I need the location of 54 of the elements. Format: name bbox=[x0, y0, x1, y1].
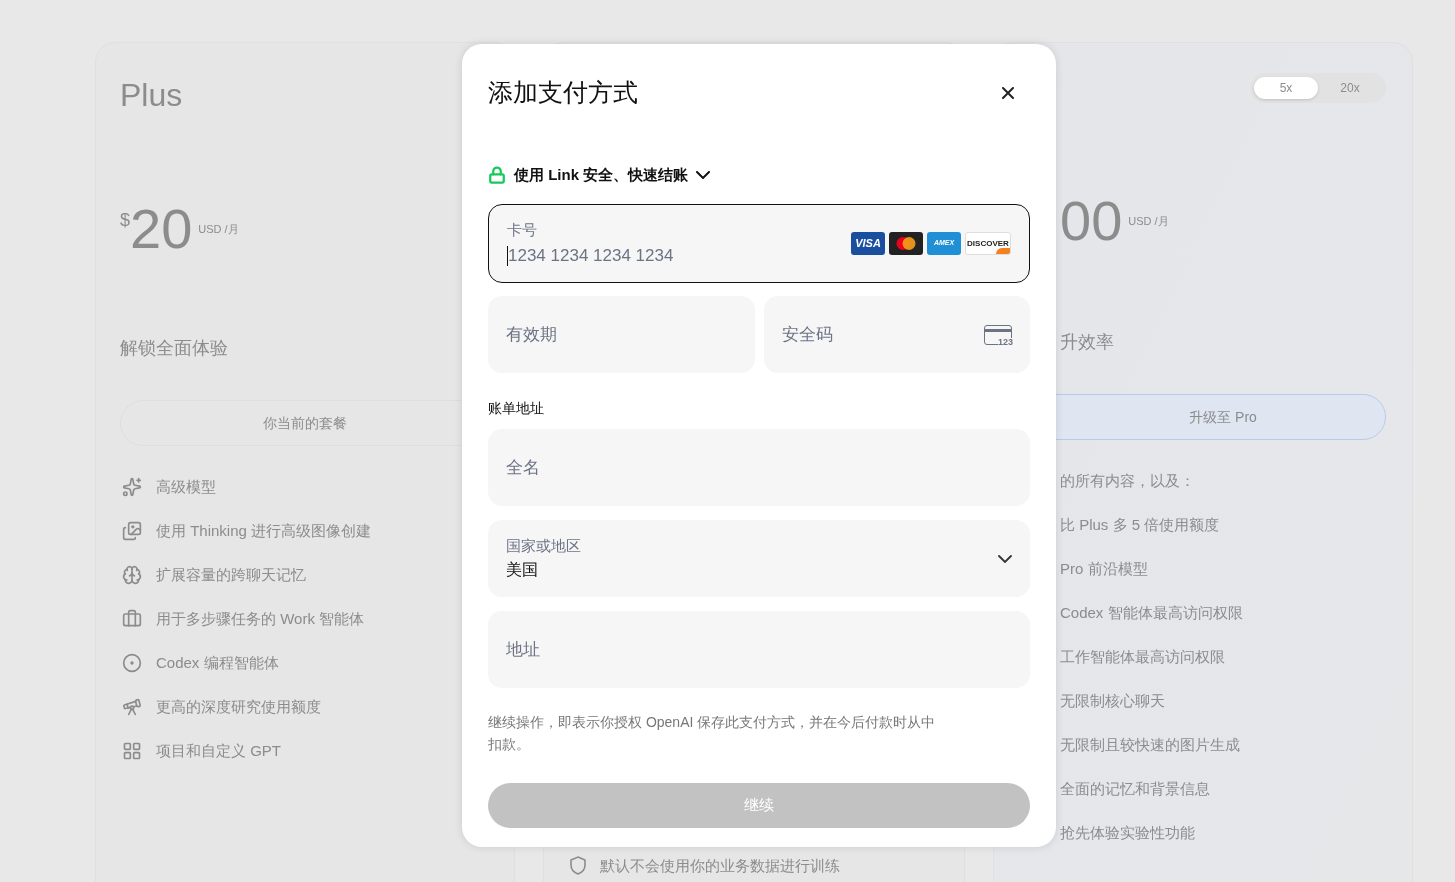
feature-text: 全面的记忆和背景信息 bbox=[1060, 779, 1211, 799]
feature-text: 的所有内容，以及： bbox=[1060, 471, 1196, 491]
feature-text: 扩展容量的跨聊天记忆 bbox=[156, 564, 306, 585]
telescope-icon bbox=[122, 697, 142, 717]
expiry-field[interactable]: 有效期 bbox=[488, 296, 755, 373]
feature-text: 比 Plus 多 5 倍使用额度 bbox=[1060, 515, 1221, 535]
feature-text: 无限制且较快速的图片生成 bbox=[1060, 735, 1241, 755]
field-label: 卡号 bbox=[507, 219, 538, 240]
country-select[interactable]: 国家或地区 美国 bbox=[488, 520, 1030, 597]
feature-text: Codex 智能体最高访问权限 bbox=[1060, 603, 1244, 623]
mastercard-logo bbox=[889, 232, 923, 255]
feature-text: 高级模型 bbox=[156, 476, 216, 497]
feature-text: 抢先体验实验性功能 bbox=[1060, 823, 1196, 843]
close-icon bbox=[1002, 86, 1014, 99]
card-number-input[interactable]: 1234 1234 1234 1234 bbox=[508, 243, 851, 269]
toggle-option[interactable]: 5x bbox=[1254, 77, 1318, 99]
discover-logo: DISCOVER bbox=[965, 232, 1011, 255]
feature-text: 更高的深度研究使用额度 bbox=[156, 696, 321, 717]
feature-text: Codex 编程智能体 bbox=[156, 652, 279, 673]
full-name-field[interactable]: 全名 bbox=[488, 429, 1030, 506]
currency-symbol: $ bbox=[120, 210, 130, 230]
plan-tagline: 解锁全面体验 bbox=[120, 337, 229, 360]
section-heading: 账单地址 bbox=[488, 399, 545, 418]
grid-icon bbox=[122, 741, 142, 761]
lock-icon bbox=[488, 165, 506, 184]
field-label: 国家或地区 bbox=[506, 536, 582, 557]
visa-logo: VISA bbox=[851, 232, 885, 255]
plan-price: 20 bbox=[130, 201, 193, 257]
feature-text: Pro 前沿模型 bbox=[1060, 559, 1149, 579]
briefcase-icon bbox=[122, 609, 142, 629]
shield-icon bbox=[570, 856, 586, 876]
plan-name: Plus bbox=[120, 76, 184, 115]
brain-icon bbox=[122, 565, 142, 585]
feature-text: 使用 Thinking 进行高级图像创建 bbox=[156, 520, 372, 541]
feature-text: 默认不会使用你的业务数据进行训练 bbox=[600, 855, 840, 876]
feature-text: 无限制核心聊天 bbox=[1060, 691, 1166, 711]
images-icon bbox=[122, 521, 142, 541]
address-field[interactable]: 地址 bbox=[488, 611, 1030, 688]
price-period: USD /月 bbox=[1128, 214, 1169, 229]
link-checkout-button[interactable]: 使用 Link 安全、快速结账 bbox=[514, 163, 711, 186]
chevron-down-icon bbox=[696, 170, 711, 179]
plan-price: 00 bbox=[1060, 193, 1123, 249]
plan-tagline: 升效率 bbox=[1060, 331, 1115, 354]
feature-text: 项目和自定义 GPT bbox=[156, 740, 281, 761]
toggle-option[interactable]: 20x bbox=[1318, 77, 1382, 99]
feature-text: 工作智能体最高访问权限 bbox=[1060, 647, 1226, 667]
chevron-down-icon bbox=[998, 554, 1012, 563]
dialog-title: 添加支付方式 bbox=[488, 77, 638, 108]
circle-icon bbox=[122, 653, 142, 673]
feature-text: 用于多步骤任务的 Work 智能体 bbox=[156, 608, 365, 629]
field-value: 美国 bbox=[506, 559, 539, 580]
price-period: USD /月 bbox=[198, 222, 239, 237]
disclaimer-text: 继续操作，即表示你授权 OpenAI 保存此支付方式，并在今后付款时从中扣款。 bbox=[488, 713, 937, 754]
sparkle-icon bbox=[122, 477, 142, 497]
